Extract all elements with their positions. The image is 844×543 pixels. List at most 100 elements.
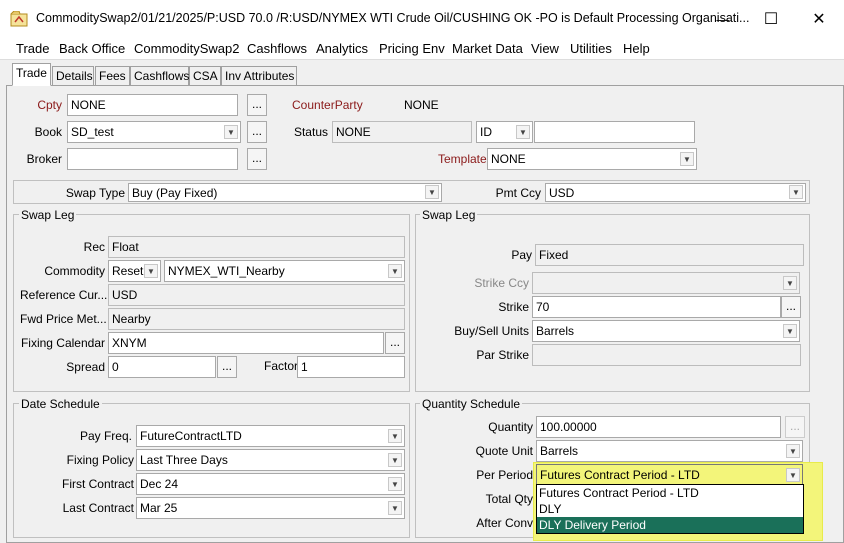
maximize-button[interactable]: ☐: [751, 5, 791, 33]
chevron-down-icon: ▼: [224, 125, 238, 139]
rec-field: Float: [108, 236, 405, 258]
par-strike-field: [532, 344, 801, 366]
first-contract-select[interactable]: Dec 24 ▼: [136, 473, 405, 495]
book-value: SD_test: [71, 125, 114, 139]
chevron-down-icon: ▼: [388, 477, 402, 491]
close-icon: ✕: [812, 11, 826, 28]
broker-label: Broker: [26, 152, 62, 166]
template-value: NONE: [491, 152, 526, 166]
tab-cashflows[interactable]: Cashflows: [130, 66, 189, 85]
commodity-select[interactable]: NYMEX_WTI_Nearby ▼: [164, 260, 405, 282]
broker-field[interactable]: [67, 148, 238, 170]
strike-ccy-label: Strike Ccy: [474, 276, 529, 290]
commodity-reset-select[interactable]: Reset ▼: [108, 260, 161, 282]
commodity-reset-value: Reset: [112, 264, 144, 278]
menu-trade[interactable]: Trade: [16, 41, 49, 56]
cpty-lookup-button[interactable]: ...: [247, 94, 267, 116]
chevron-down-icon: ▼: [388, 453, 402, 467]
menu-help[interactable]: Help: [623, 41, 650, 56]
menu-commodityswap2[interactable]: CommoditySwap2: [134, 41, 240, 56]
rec-label: Rec: [83, 240, 105, 254]
fixing-policy-label: Fixing Policy: [66, 453, 134, 467]
status-label: Status: [293, 125, 328, 139]
buy-sell-units-value: Barrels: [536, 324, 575, 338]
pmt-ccy-select[interactable]: USD ▼: [545, 183, 806, 202]
first-contract-value: Dec 24: [140, 477, 179, 491]
buy-sell-units-label: Buy/Sell Units: [454, 324, 529, 338]
reference-currency-field: USD: [108, 284, 405, 306]
first-contract-label: First Contract: [61, 477, 134, 491]
per-period-option-selected[interactable]: DLY Delivery Period: [537, 517, 803, 533]
quantity-lookup-button: ...: [785, 416, 805, 438]
pay-field: Fixed: [535, 244, 804, 266]
tab-fees[interactable]: Fees: [95, 66, 130, 85]
menu-pricing-env[interactable]: Pricing Env: [379, 41, 445, 56]
strike-lookup-button[interactable]: ...: [781, 296, 801, 318]
chevron-down-icon: ▼: [783, 324, 797, 338]
menu-view[interactable]: View: [531, 41, 559, 56]
book-lookup-button[interactable]: ...: [247, 121, 267, 143]
tab-trade[interactable]: Trade: [12, 63, 51, 86]
spread-field[interactable]: 0: [108, 356, 216, 378]
buy-sell-units-select[interactable]: Barrels ▼: [532, 320, 800, 342]
quote-unit-label: Quote Unit: [475, 444, 533, 458]
minimize-button[interactable]: —: [703, 5, 743, 33]
last-contract-select[interactable]: Mar 25 ▼: [136, 497, 405, 519]
per-period-option[interactable]: DLY: [537, 501, 803, 517]
quantity-field[interactable]: 100.00000: [536, 416, 781, 438]
spread-lookup-button[interactable]: ...: [217, 356, 237, 378]
per-period-option[interactable]: Futures Contract Period - LTD: [537, 485, 803, 501]
chevron-down-icon: ▼: [786, 444, 800, 458]
quantity-label: Quantity: [488, 420, 533, 434]
chevron-down-icon: ▼: [425, 185, 439, 199]
per-period-value: Futures Contract Period - LTD: [540, 468, 700, 482]
strike-ccy-select: ▼: [532, 272, 800, 294]
per-period-select[interactable]: Futures Contract Period - LTD ▼: [536, 464, 803, 486]
fwd-price-method-label: Fwd Price Met...: [20, 312, 107, 326]
pay-label: Pay: [511, 248, 532, 262]
pmt-ccy-label: Pmt Ccy: [495, 186, 541, 200]
cpty-label: Cpty: [37, 98, 62, 112]
tab-details[interactable]: Details: [52, 66, 94, 85]
fwd-price-method-field: Nearby: [108, 308, 405, 330]
swap-type-label: Swap Type: [65, 186, 125, 200]
chevron-down-icon: ▼: [783, 276, 797, 290]
cpty-field[interactable]: NONE: [67, 94, 238, 116]
counterparty-value: NONE: [404, 98, 439, 112]
menu-back-office[interactable]: Back Office: [59, 41, 125, 56]
fixing-calendar-field[interactable]: XNYM: [108, 332, 384, 354]
id-select[interactable]: ID ▼: [476, 121, 533, 143]
quote-unit-value: Barrels: [540, 444, 579, 458]
tab-csa[interactable]: CSA: [189, 66, 221, 85]
chevron-down-icon: ▼: [789, 185, 803, 199]
fixing-calendar-label: Fixing Calendar: [20, 336, 105, 350]
swap-type-select[interactable]: Buy (Pay Fixed) ▼: [128, 183, 442, 202]
book-select[interactable]: SD_test ▼: [67, 121, 241, 143]
commodity-label: Commodity: [44, 264, 105, 278]
tab-inv-attributes[interactable]: Inv Attributes: [221, 66, 297, 85]
pay-freq-value: FutureContractLTD: [140, 429, 242, 443]
pay-freq-select[interactable]: FutureContractLTD ▼: [136, 425, 405, 447]
quote-unit-select[interactable]: Barrels ▼: [536, 440, 803, 462]
pay-freq-label: Pay Freq.: [79, 429, 132, 443]
broker-lookup-button[interactable]: ...: [247, 148, 267, 170]
minimize-icon: —: [716, 11, 730, 27]
close-button[interactable]: ✕: [799, 5, 839, 33]
date-schedule-title: Date Schedule: [19, 397, 102, 411]
chevron-down-icon: ▼: [786, 468, 800, 482]
id-field[interactable]: [534, 121, 695, 143]
maximize-icon: ☐: [763, 11, 779, 28]
strike-field[interactable]: 70: [532, 296, 781, 318]
swap-leg-right-title: Swap Leg: [420, 208, 478, 222]
template-select[interactable]: NONE ▼: [487, 148, 697, 170]
fixing-calendar-lookup-button[interactable]: ...: [385, 332, 405, 354]
quantity-schedule-title: Quantity Schedule: [420, 397, 523, 411]
commodity-value: NYMEX_WTI_Nearby: [168, 264, 285, 278]
chevron-down-icon: ▼: [680, 152, 694, 166]
menu-utilities[interactable]: Utilities: [570, 41, 612, 56]
menu-market-data[interactable]: Market Data: [452, 41, 523, 56]
fixing-policy-select[interactable]: Last Three Days ▼: [136, 449, 405, 471]
factor-field[interactable]: 1: [297, 356, 405, 378]
menu-cashflows[interactable]: Cashflows: [247, 41, 307, 56]
menu-analytics[interactable]: Analytics: [316, 41, 368, 56]
